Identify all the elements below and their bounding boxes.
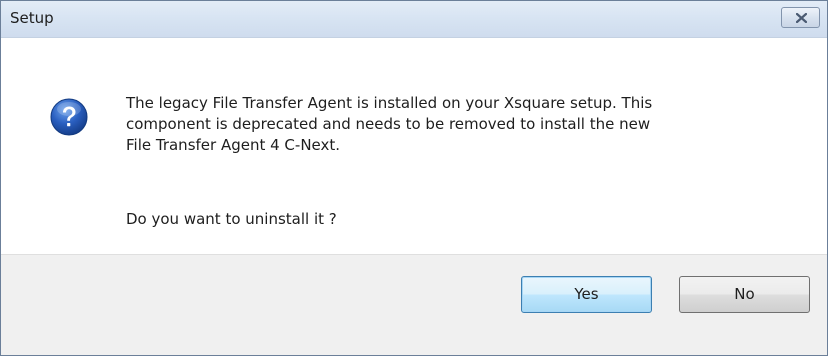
close-icon xyxy=(796,13,807,23)
no-button[interactable]: No xyxy=(679,276,810,313)
button-bar: Yes No xyxy=(1,254,827,355)
dialog-message: The legacy File Transfer Agent is instal… xyxy=(126,93,776,156)
setup-dialog: Setup The legacy File Transfer Agent is … xyxy=(0,0,828,356)
dialog-content: The legacy File Transfer Agent is instal… xyxy=(1,38,827,254)
question-icon xyxy=(50,98,88,136)
message-line: File Transfer Agent 4 C-Next. xyxy=(126,136,341,154)
message-line: The legacy File Transfer Agent is instal… xyxy=(126,94,653,112)
window-title: Setup xyxy=(10,9,54,27)
title-bar[interactable]: Setup xyxy=(1,1,827,38)
message-line: component is deprecated and needs to be … xyxy=(126,115,651,133)
close-button[interactable] xyxy=(781,7,820,28)
dialog-question: Do you want to uninstall it ? xyxy=(126,210,337,228)
yes-button[interactable]: Yes xyxy=(521,276,652,313)
